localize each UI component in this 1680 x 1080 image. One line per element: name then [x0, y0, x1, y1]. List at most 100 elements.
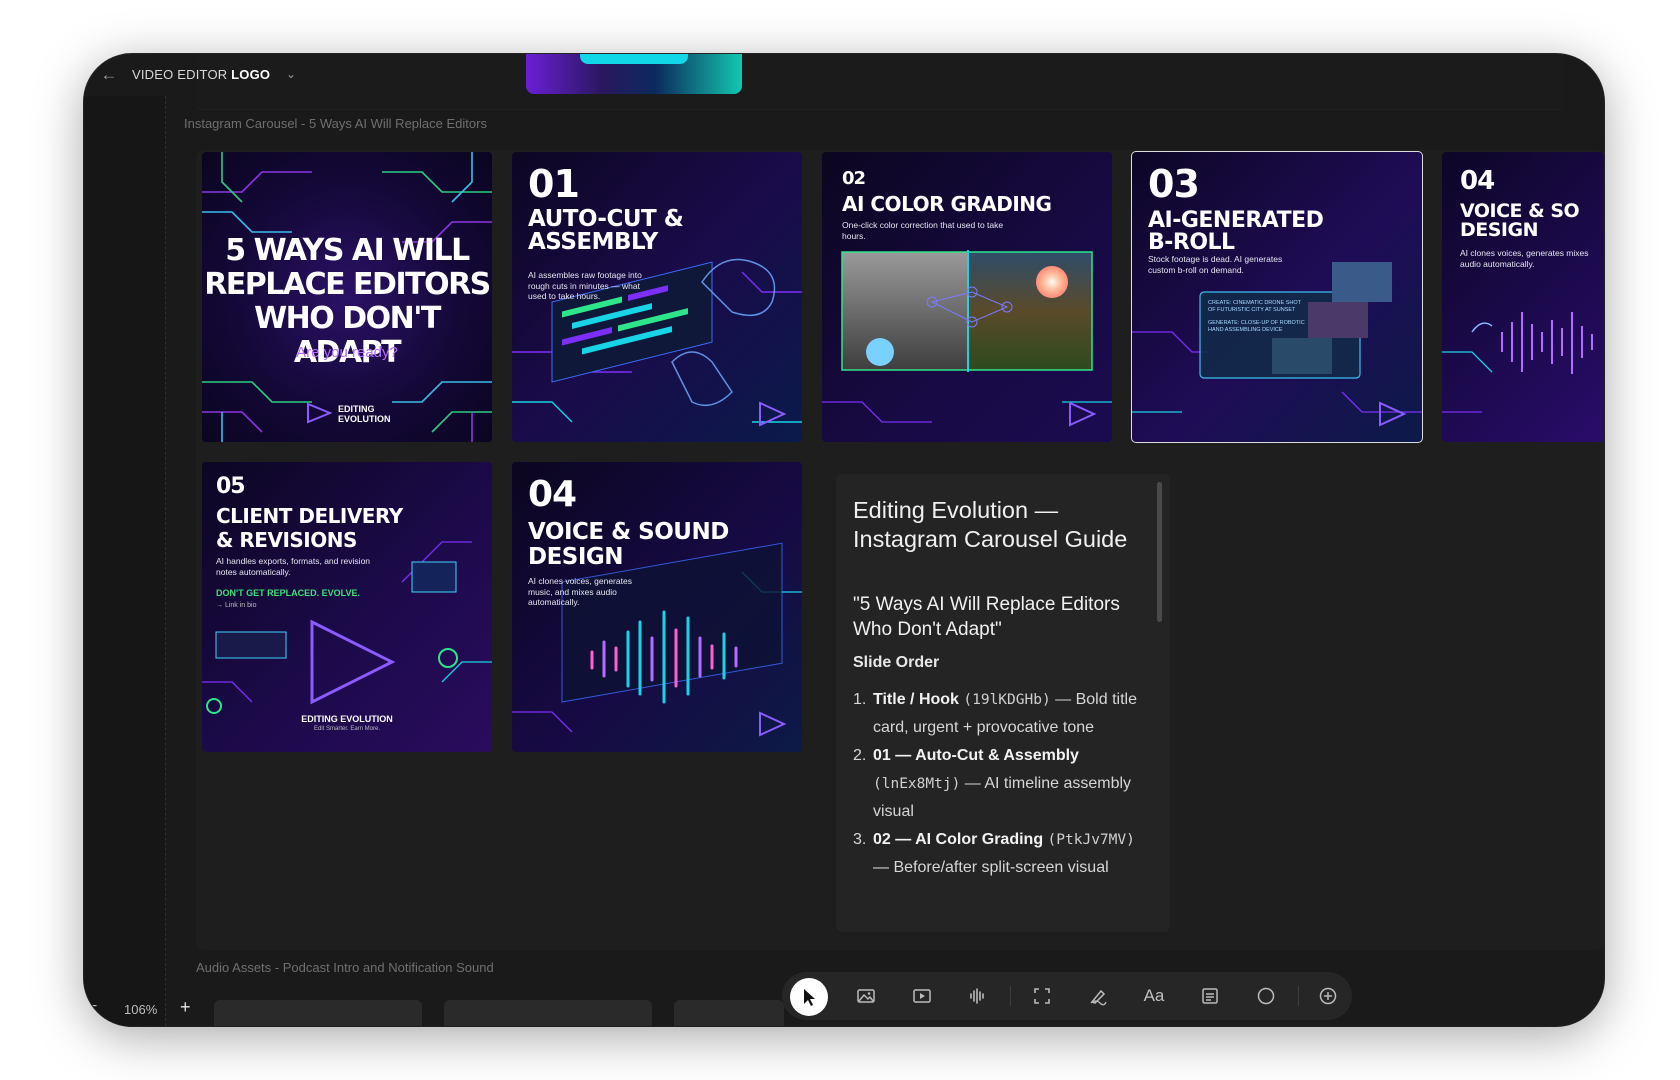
guide-subtitle: "5 Ways AI Will Replace Editors Who Don'… [853, 594, 1120, 640]
item-description: — Before/after split-screen visual [873, 859, 1109, 876]
prompt-text: GENERATE: CLOSE-UP OF ROBOTIC HAND ASSEM… [1208, 320, 1305, 333]
headline-line: AUTO-CUT & [528, 206, 684, 232]
title-cta: Are you ready? [296, 344, 398, 361]
list-item: 1. Title / Hook (19lKDGHb) — Bold title c… [853, 686, 1153, 742]
slide-title[interactable]: 5 WAYS AI WILL REPLACE EDITORS WHO DON'T… [202, 152, 492, 442]
zoom-level: 106% [124, 1002, 158, 1017]
item-id: (lnEx8Mtj) [873, 776, 961, 792]
slide-order-list: 1. Title / Hook (19lKDGHb) — Bold title c… [853, 686, 1153, 882]
slide-subtext: Stock footage is dead. AI generates cust… [1148, 254, 1283, 275]
pen-icon [1090, 989, 1107, 1006]
chevron-down-icon[interactable]: ⌄ [282, 64, 300, 84]
guide-scrollbar[interactable] [1157, 482, 1162, 622]
slide-04[interactable]: 04 VOICE & SOUND DESIGN AI clones voices,… [512, 462, 802, 752]
slide-01[interactable]: 01 AUTO-CUT & ASSEMBLY AI assembles raw f… [512, 152, 802, 442]
audio-asset-card[interactable] [214, 1000, 422, 1026]
headline-line: DESIGN [1460, 219, 1539, 241]
slide-number: 04 [528, 474, 577, 515]
list-number: 3. [853, 831, 867, 848]
slide-brand: EDITING EVOLUTION [301, 714, 393, 724]
brand-line: EDITING [338, 404, 375, 414]
slide-subtext: AI assembles raw footage into rough cuts… [528, 270, 642, 302]
logo-prefix: VIDEO EDITOR [132, 67, 228, 82]
app-logo[interactable]: VIDEO EDITOR LOGO [132, 67, 270, 82]
image-icon [857, 989, 875, 1003]
prompt-text: CREATE: CINEMATIC DRONE SHOT OF FUTURIST… [1208, 300, 1301, 313]
headline-line: VOICE & SOUND [528, 519, 729, 545]
video-tool[interactable] [906, 980, 938, 1012]
slide-tagline: Edit Smarter. Earn More. [313, 726, 381, 732]
brand-line: EVOLUTION [338, 414, 391, 424]
left-rail [84, 96, 166, 1026]
headline-line: ASSEMBLY [528, 229, 658, 255]
slide-number: 05 [216, 474, 246, 499]
slide-number: 04 [1460, 166, 1495, 196]
play-logo-icon [759, 401, 787, 427]
headline-line: 5 WAYS AI WILL [225, 233, 470, 268]
audio-asset-card[interactable] [674, 1000, 784, 1026]
slide-04-partial[interactable]: 04 VOICE & SO DESIGN AI clones voices, ge… [1442, 152, 1604, 442]
guide-title: Editing Evolution — Instagram Carousel G… [853, 497, 1128, 552]
play-logo-icon [307, 402, 332, 424]
slide-subtext: AI handles exports, formats, and revisio… [216, 556, 371, 577]
play-logo-icon [1379, 401, 1407, 427]
list-number: 2. [853, 747, 867, 764]
circle-icon [1257, 987, 1275, 1005]
note-icon [1202, 988, 1218, 1004]
app-window: ← VIDEO EDITOR LOGO ⌄ Instagram Carousel… [84, 54, 1604, 1026]
list-number: 1. [853, 691, 867, 708]
text-tool[interactable]: Aa [1138, 980, 1170, 1012]
carousel-guide-card[interactable]: Editing Evolution — Instagram Carousel G… [836, 474, 1170, 932]
pen-tool[interactable] [1082, 980, 1114, 1012]
image-tool[interactable] [850, 980, 882, 1012]
slide-headline: AI-GENERATED B-ROLL [1148, 208, 1324, 254]
slide-number: 01 [528, 162, 580, 206]
slide-headline: VOICE & SO DESIGN [1460, 202, 1580, 241]
slide-subtext: One-click color correction that used to … [842, 220, 1004, 241]
headline-line: & REVISIONS [216, 528, 357, 552]
slide-headline: CLIENT DELIVERY & REVISIONS [216, 504, 403, 552]
slide-headline: AUTO-CUT & ASSEMBLY [528, 206, 684, 255]
slide-05[interactable]: 05 CLIENT DELIVERY & REVISIONS AI handles… [202, 462, 492, 752]
bottom-toolbar: Aa [782, 972, 1352, 1020]
headline-line: DESIGN [528, 544, 624, 570]
item-id: (19lKDGHb) [963, 692, 1051, 708]
video-icon [913, 989, 931, 1003]
audio-section-label: Audio Assets - Podcast Intro and Notific… [196, 960, 494, 975]
pointer-tool[interactable] [790, 978, 828, 1016]
item-id: (PtkJv7MV) [1047, 832, 1135, 848]
audio-asset-card[interactable] [444, 1000, 652, 1026]
text-icon: Aa [1143, 986, 1165, 1005]
topbar: ← VIDEO EDITOR LOGO ⌄ [84, 54, 1604, 96]
audio-waveform-icon [970, 988, 984, 1004]
frame-tool[interactable] [1026, 980, 1058, 1012]
note-tool[interactable] [1194, 980, 1226, 1012]
add-tool[interactable] [1312, 980, 1344, 1012]
zoom-in-button[interactable]: + [180, 997, 191, 1018]
slide-subtext: AI clones voices, generates mixes audio … [1460, 248, 1589, 269]
logo-bold: LOGO [231, 67, 271, 82]
zoom-out-button[interactable]: − [88, 998, 97, 1016]
headline-line: CLIENT DELIVERY [216, 504, 403, 528]
shape-tool[interactable] [1250, 980, 1282, 1012]
plus-circle-icon [1319, 987, 1337, 1005]
slide-subtext: AI clones voices, generates music, and m… [528, 576, 632, 608]
headline-line: AI-GENERATED [1148, 208, 1324, 233]
item-title: Title / Hook [873, 691, 959, 708]
slide-link: → Link in bio [216, 602, 257, 609]
slide-02[interactable]: 02 AI COLOR GRADING One-click color corr… [822, 152, 1112, 442]
slide-number: 03 [1148, 162, 1200, 206]
toolbar-divider [1010, 986, 1011, 1006]
item-title: 02 — AI Color Grading [873, 831, 1044, 848]
play-logo-icon [759, 711, 787, 737]
audio-tool[interactable] [962, 980, 994, 1012]
guide-section-heading: Slide Order [853, 654, 940, 671]
cursor-icon [804, 989, 815, 1006]
slide-03[interactable]: 03 AI-GENERATED B-ROLL Stock footage is d… [1131, 151, 1423, 443]
headline-line: REPLACE EDITORS [204, 267, 491, 302]
list-item: 3. 02 — AI Color Grading (PtkJv7MV) — Bef… [853, 826, 1153, 882]
slide-headline: AI COLOR GRADING [842, 192, 1052, 216]
carousel-section-label: Instagram Carousel - 5 Ways AI Will Repl… [184, 116, 487, 131]
back-arrow-icon[interactable]: ← [98, 64, 120, 86]
frame-icon [1034, 988, 1050, 1004]
